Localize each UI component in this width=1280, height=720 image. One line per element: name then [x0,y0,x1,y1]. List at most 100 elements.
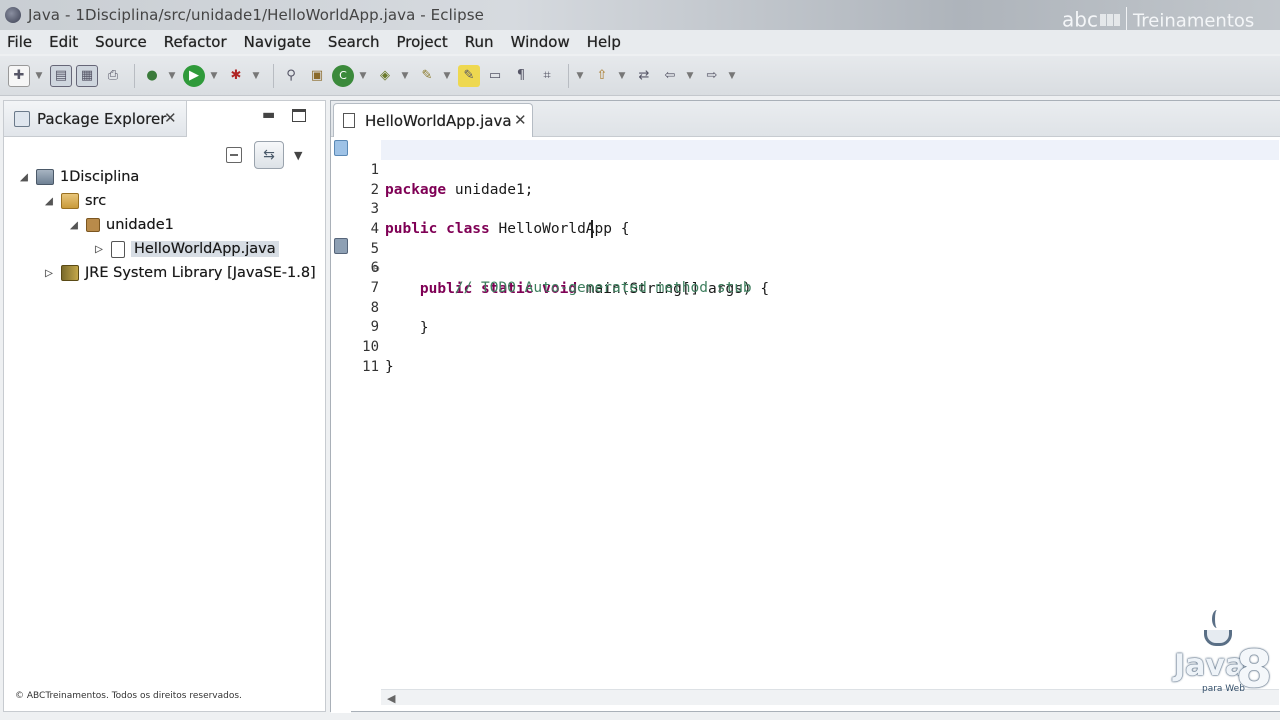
code-line: 8 } [370,300,429,336]
eclipse-icon[interactable] [5,7,21,23]
collapsed-arrow-icon[interactable]: ▷ [93,244,105,255]
vertical-ruler[interactable] [331,138,351,713]
menu-edit[interactable]: Edit [49,33,78,51]
pin-editor-icon[interactable]: ⇄ [633,65,655,87]
expanded-arrow-icon[interactable]: ◢ [68,220,80,231]
chevron-down-icon[interactable]: ▼ [727,65,737,87]
next-annotation-icon[interactable]: ✎ [458,64,480,87]
tree-node-label: JRE System Library [JavaSE-1.8] [85,265,316,281]
print-icon[interactable]: ⎙ [102,65,124,87]
java-logo-sub: para Web [1202,684,1245,694]
tree-node-label: src [85,193,107,209]
tree-node-label: HelloWorldApp.java [131,241,279,257]
chevron-down-icon[interactable]: ▼ [617,65,627,87]
tree-node-src[interactable]: ◢ src [4,189,325,213]
tree-node-label: 1Disciplina [60,169,140,185]
save-all-icon[interactable]: ▦ [76,64,98,87]
package-explorer-icon [14,111,30,127]
expanded-arrow-icon[interactable]: ◢ [18,172,30,183]
scroll-left-icon[interactable]: ◀ [387,692,395,705]
new-java-project-icon[interactable]: ▣ [306,65,328,87]
code-line: 11 [362,359,379,375]
menu-help[interactable]: Help [587,33,621,51]
chevron-down-icon[interactable]: ▼ [251,65,261,87]
code-line: 9 [370,319,379,335]
view-menu-icon[interactable]: ▼ [294,149,302,162]
code-line: 6 // TODO Auto-generated method stub [370,260,752,296]
java-file-icon [111,240,125,258]
source-folder-icon [61,193,79,209]
window-title: Java - 1Disciplina/src/unidade1/HelloWor… [28,6,485,24]
package-icon [86,218,100,232]
menu-source[interactable]: Source [95,33,147,51]
brand-squares-icon [1099,14,1120,26]
menu-window[interactable]: Window [511,33,570,51]
menu-navigate[interactable]: Navigate [244,33,311,51]
minimize-icon[interactable]: ▬ [262,107,275,123]
editor-tab-helloworldapp[interactable]: HelloWorldApp.java ✕ [333,103,533,137]
menu-project[interactable]: Project [396,33,447,51]
code-line: 4 [370,221,379,237]
chevron-down-icon[interactable]: ▼ [575,65,585,87]
open-type-icon[interactable]: ◈ [374,65,396,87]
menu-refactor[interactable]: Refactor [164,33,227,51]
horizontal-scrollbar[interactable]: ◀ [381,689,1279,705]
chevron-down-icon[interactable]: ▼ [209,65,219,87]
code-line: 7 [370,280,379,296]
debug-icon[interactable]: ✱ [225,65,247,87]
back-icon[interactable]: ⇦ [659,65,681,87]
menu-search[interactable]: Search [328,33,380,51]
tree-node-project[interactable]: ◢ 1Disciplina [4,165,325,189]
save-icon[interactable]: ▤ [50,64,72,87]
code-line: 3 public class HelloWorldApp { [370,201,630,237]
menu-run[interactable]: Run [465,33,494,51]
tree-node-package[interactable]: ◢ unidade1 [4,213,325,237]
search-icon[interactable]: ⚲ [280,65,302,87]
show-whitespace-icon[interactable]: ⌗ [536,65,558,87]
chevron-down-icon[interactable]: ▼ [400,65,410,87]
collapse-all-icon[interactable] [226,147,242,163]
tree-node-jre-library[interactable]: ▷ JRE System Library [JavaSE-1.8] [4,261,325,285]
new-icon[interactable]: ✚ [8,64,30,87]
project-tree: ◢ 1Disciplina ◢ src ◢ unidade1 ▷ HelloWo… [4,165,325,285]
task-marker-icon[interactable] [334,238,348,254]
open-task-icon[interactable]: ✎ [416,65,438,87]
forward-icon[interactable]: ⇨ [701,65,723,87]
expanded-arrow-icon[interactable]: ◢ [43,196,55,207]
package-explorer-tab[interactable]: Package Explorer ✕ [4,101,187,137]
chevron-down-icon[interactable]: ▼ [442,65,452,87]
brand-name: Treinamentos [1132,10,1255,32]
chevron-down-icon[interactable]: ▼ [34,65,44,87]
chevron-down-icon[interactable]: ▼ [358,65,368,87]
last-edit-icon[interactable]: ⇧ [591,65,613,87]
skip-breakpoints-icon[interactable]: ● [141,65,163,87]
prev-annotation-icon[interactable]: ▭ [484,65,506,87]
tree-node-java-file[interactable]: ▷ HelloWorldApp.java [4,237,325,261]
close-icon[interactable]: ✕ [164,109,177,127]
run-icon[interactable]: ▶ [183,64,205,87]
new-class-icon[interactable]: C [332,64,354,87]
bookmark-icon[interactable] [334,140,348,156]
code-line: 1 package unidade1; [371,140,1279,198]
toggle-mark-icon[interactable]: ¶ [510,65,532,87]
maximize-icon[interactable] [292,109,306,122]
editor-tab-label: HelloWorldApp.java [365,112,512,130]
main-toolbar: ✚ ▼ ▤ ▦ ⎙ ● ▼ ▶ ▼ ✱ ▼ ⚲ ▣ C ▼ ◈ ▼ ✎ ▼ ✎ … [0,56,1280,96]
code-line: 5 ⊖ public static void main(String[] arg… [370,241,770,297]
java8-logo: Java 8 para Web [1174,610,1274,710]
code-line: 10 } [362,339,394,375]
java-file-icon [343,113,355,128]
chevron-down-icon[interactable]: ▼ [167,65,177,87]
java-cup-icon [1204,610,1232,648]
text-cursor [591,220,593,238]
menu-bar: File Edit Source Refactor Navigate Searc… [0,30,1280,54]
close-icon[interactable]: ✕ [514,111,527,129]
code-area[interactable]: 1 package unidade1; 2 3 public class Hel… [362,138,1279,678]
chevron-down-icon[interactable]: ▼ [685,65,695,87]
project-icon [36,169,54,185]
brand-prefix: abc [1062,7,1098,32]
collapsed-arrow-icon[interactable]: ▷ [43,268,55,279]
package-explorer-title: Package Explorer [37,110,167,128]
menu-file[interactable]: File [7,33,32,51]
code-line: 2 [370,182,379,198]
